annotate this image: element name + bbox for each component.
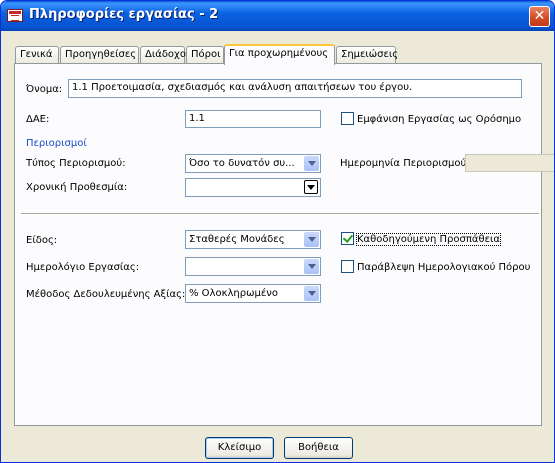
earned-value-method-value: % Ολοκληρωμένο [189, 288, 278, 299]
deadline-picker[interactable] [185, 178, 321, 197]
calendar-dropdown-icon[interactable] [304, 180, 318, 194]
tab-advanced[interactable]: Για προχωρημένους [224, 44, 335, 65]
task-type-label: Είδος: [26, 235, 58, 246]
wbs-label: ΔΑΕ: [26, 114, 50, 125]
close-window-button[interactable]: ✕ [529, 6, 550, 27]
constraint-type-label: Τύπος Περιορισμού: [26, 158, 126, 169]
deadline-label: Χρονική Προθεσμία: [26, 182, 128, 193]
constraint-date-label: Ημερομηνία Περιορισμού: [340, 158, 470, 169]
tab-predecessors[interactable]: Προηγηθείσες [60, 46, 139, 64]
task-type-value: Σταθερές Μονάδες [189, 234, 285, 245]
chevron-down-icon[interactable] [304, 286, 319, 301]
chevron-down-icon[interactable] [304, 259, 319, 274]
name-input[interactable]: 1.1 Προετοιμασία, σχεδιασμός και ανάλυση… [68, 79, 522, 98]
tab-successors[interactable]: Διάδοχοι [140, 46, 189, 64]
section-divider [21, 213, 539, 215]
help-button[interactable]: Βοήθεια [284, 437, 353, 459]
name-label: Όνομα: [26, 84, 63, 95]
ignore-resource-calendar-label: Παράβλεψη Ημερολογιακού Πόρου [357, 262, 531, 273]
tab-notes[interactable]: Σημειώσεις [336, 46, 398, 64]
earned-value-method-select[interactable]: % Ολοκληρωμένο [185, 284, 321, 303]
window-title: Πληροφορίες εργασίας - 2 [29, 7, 219, 22]
app-icon [7, 9, 23, 22]
effort-driven-checkbox[interactable] [341, 232, 354, 245]
title-bar[interactable]: Πληροφορίες εργασίας - 2 ✕ [1, 1, 554, 31]
constraint-type-select[interactable]: Όσο το δυνατόν συ... [185, 154, 321, 173]
earned-value-method-label: Μέθοδος Δεδουλευμένης Αξίας: [26, 289, 186, 300]
constraints-section-header: Περιορισμοί [26, 138, 87, 149]
tab-general[interactable]: Γενικά [15, 46, 59, 64]
effort-driven-label: Καθοδηγούμενη Προσπάθεια [356, 233, 501, 246]
wbs-input[interactable]: 1.1 [185, 110, 321, 128]
constraint-type-value: Όσο το δυνατόν συ... [189, 158, 295, 169]
milestone-checkbox[interactable] [341, 112, 354, 125]
milestone-label: Εμφάνιση Εργασίας ως Ορόσημο [357, 114, 522, 125]
constraint-date-input [465, 154, 554, 172]
task-calendar-select[interactable] [185, 257, 321, 276]
tab-resources[interactable]: Πόροι [186, 46, 224, 64]
task-type-select[interactable]: Σταθερές Μονάδες [185, 230, 321, 249]
ignore-resource-calendar-checkbox[interactable] [341, 260, 354, 273]
task-calendar-label: Ημερολόγιο Εργασίας: [26, 262, 140, 273]
close-button[interactable]: Κλείσιμο [205, 437, 274, 459]
chevron-down-icon[interactable] [304, 156, 319, 171]
chevron-down-icon[interactable] [304, 232, 319, 247]
task-information-dialog: Πληροφορίες εργασίας - 2 ✕ Γενικά Προηγη… [0, 0, 555, 463]
